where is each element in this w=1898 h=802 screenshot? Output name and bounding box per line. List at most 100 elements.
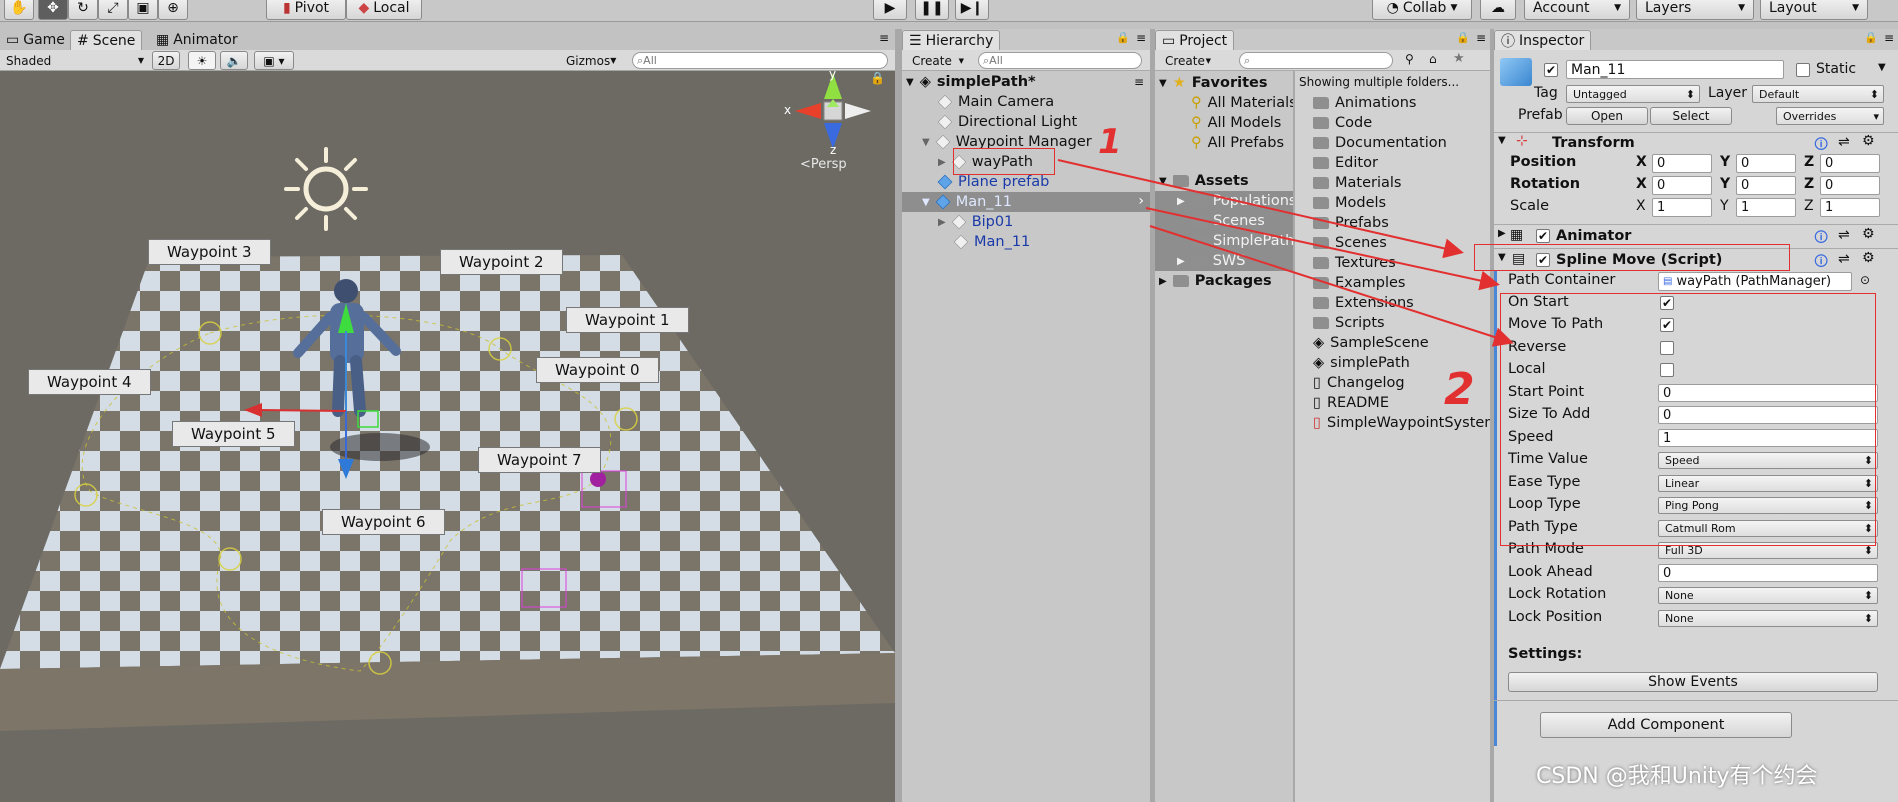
hierarchy-item-man11[interactable]: ▼ Man_11 xyxy=(922,192,1012,212)
show-events-button[interactable]: Show Events xyxy=(1508,672,1878,692)
hand-tool-button[interactable]: ✋ xyxy=(4,0,34,20)
lock-icon[interactable]: 🔒 xyxy=(1456,31,1470,44)
prefab-select-button[interactable]: Select xyxy=(1650,107,1732,125)
object-picker-icon[interactable]: ⊙ xyxy=(1860,273,1870,287)
animator-enabled-checkbox[interactable]: ✔ xyxy=(1536,229,1550,243)
path-mode-dropdown[interactable]: Full 3D ⬍ xyxy=(1658,542,1878,559)
file-examples[interactable]: Examples xyxy=(1313,273,1405,293)
file-samplescene[interactable]: ◈ SampleScene xyxy=(1313,333,1429,353)
asset-folder-scenes[interactable]: Scenes xyxy=(1191,211,1265,231)
rotate-tool-button[interactable]: ↻ xyxy=(68,0,98,20)
preset-icon[interactable]: ⇌ xyxy=(1838,227,1850,243)
file-documentation[interactable]: Documentation xyxy=(1313,133,1447,153)
rotation-z-input[interactable]: 0 xyxy=(1820,176,1880,195)
collab-dropdown[interactable]: ◔ Collab ▼ xyxy=(1372,0,1472,20)
lock-position-dropdown[interactable]: None ⬍ xyxy=(1658,610,1878,627)
file-simplepath[interactable]: ◈ simplePath xyxy=(1313,353,1410,373)
path-type-dropdown[interactable]: Catmull Rom ⬍ xyxy=(1658,520,1878,537)
position-y-input[interactable]: 0 xyxy=(1736,154,1796,173)
file-changelog[interactable]: ▯ Changelog xyxy=(1313,373,1405,393)
preset-icon[interactable]: ⇌ xyxy=(1838,134,1850,150)
lock-icon[interactable]: 🔒 xyxy=(870,71,885,85)
layout-dropdown[interactable]: Layout ▼ xyxy=(1760,0,1868,20)
project-create-dropdown[interactable]: Create ▼ xyxy=(1159,52,1215,69)
project-search-input[interactable]: ⌕ xyxy=(1239,52,1393,69)
chevron-right-icon[interactable]: › xyxy=(1138,193,1144,209)
panel-menu-icon[interactable]: ≡ xyxy=(1136,31,1146,45)
favorite-star-icon[interactable]: ★ xyxy=(1453,51,1465,66)
file-textures[interactable]: Textures xyxy=(1313,253,1396,273)
gizmos-dropdown[interactable]: Gizmos ▼ xyxy=(560,51,620,70)
tab-inspector[interactable]: ⓘ Inspector xyxy=(1494,30,1592,50)
audio-toggle[interactable]: 🔈 xyxy=(220,51,248,70)
scale-tool-button[interactable]: ⤢ xyxy=(98,0,128,20)
hierarchy-item-man11-child[interactable]: Man_11 xyxy=(953,232,1030,252)
tab-animator[interactable]: ▦ Animator xyxy=(150,30,244,50)
add-component-button[interactable]: Add Component xyxy=(1540,712,1792,738)
scale-y-input[interactable]: 1 xyxy=(1736,198,1796,217)
hierarchy-item-bip01[interactable]: ▶ Bip01 xyxy=(938,212,1013,232)
reverse-checkbox[interactable] xyxy=(1660,341,1674,355)
position-z-input[interactable]: 0 xyxy=(1820,154,1880,173)
chevron-down-icon[interactable]: ▼ xyxy=(1878,62,1886,73)
lighting-toggle[interactable]: ☀ xyxy=(188,51,216,70)
transform-header[interactable]: ▼ ⊹ Transform 🛈 ⇌ ⚙ xyxy=(1494,132,1898,153)
file-code[interactable]: Code xyxy=(1313,113,1372,133)
lock-icon[interactable]: 🔒 xyxy=(1864,31,1878,44)
look-ahead-input[interactable]: 0 xyxy=(1658,564,1878,582)
file-materials[interactable]: Materials xyxy=(1313,173,1401,193)
scale-z-input[interactable]: 1 xyxy=(1820,198,1880,217)
spline-move-enabled-checkbox[interactable]: ✔ xyxy=(1536,253,1550,267)
rotation-x-input[interactable]: 0 xyxy=(1652,176,1712,195)
speed-input[interactable]: 1 xyxy=(1658,429,1878,447)
step-button[interactable]: ▶❙ xyxy=(955,0,989,20)
hierarchy-item-directional-light[interactable]: Directional Light xyxy=(937,112,1077,132)
projection-toggle[interactable]: <Persp xyxy=(800,157,847,172)
assets-header[interactable]: ▼ Assets xyxy=(1159,171,1249,191)
2d-toggle[interactable]: 2D xyxy=(152,51,180,70)
panel-menu-icon[interactable]: ≡ xyxy=(1476,31,1486,45)
lock-icon[interactable]: 🔒 xyxy=(1116,31,1130,44)
spline-move-header[interactable]: ▼ ▤ ✔ Spline Move (Script) 🛈 ⇌ ⚙ xyxy=(1494,248,1898,270)
asset-folder-sws[interactable]: ▶ SWS xyxy=(1177,251,1245,271)
gear-icon[interactable]: ⚙ xyxy=(1862,226,1875,242)
favorite-all-prefabs[interactable]: ⚲ All Prefabs xyxy=(1191,133,1284,153)
asset-folder-simplepath[interactable]: SimplePath xyxy=(1191,231,1294,251)
scene-menu-icon[interactable]: ≡ xyxy=(1134,75,1144,89)
favorites-header[interactable]: ▼ ★ Favorites xyxy=(1159,73,1267,93)
scene-search-input[interactable]: ⌕ All xyxy=(632,52,888,69)
hierarchy-item-main-camera[interactable]: Main Camera xyxy=(937,92,1054,112)
move-to-path-checkbox[interactable]: ✔ xyxy=(1660,318,1674,332)
rotation-y-input[interactable]: 0 xyxy=(1736,176,1796,195)
hierarchy-search-input[interactable]: ⌕ All xyxy=(978,52,1142,69)
favorite-all-models[interactable]: ⚲ All Models xyxy=(1191,113,1281,133)
ease-type-dropdown[interactable]: Linear ⬍ xyxy=(1658,475,1878,492)
file-scripts[interactable]: Scripts xyxy=(1313,313,1385,333)
animator-header[interactable]: ▶ ▦ ✔ Animator 🛈 ⇌ ⚙ xyxy=(1494,224,1898,246)
hierarchy-item-waypath[interactable]: ▶ wayPath xyxy=(938,152,1033,172)
file-readme[interactable]: ▯ README xyxy=(1313,393,1389,413)
local-button[interactable]: ◆ Local xyxy=(346,0,422,20)
file-editor[interactable]: Editor xyxy=(1313,153,1378,173)
move-tool-button[interactable]: ✥ xyxy=(38,0,68,20)
hierarchy-item-waypoint-manager[interactable]: ▼ Waypoint Manager xyxy=(922,132,1092,152)
layer-dropdown[interactable]: Default ⬍ xyxy=(1752,85,1884,103)
tab-hierarchy[interactable]: ☰ Hierarchy xyxy=(902,30,1001,50)
local-checkbox[interactable] xyxy=(1660,363,1674,377)
hierarchy-scene-root[interactable]: ▼ ◈ simplePath* xyxy=(906,72,1036,92)
file-prefabs[interactable]: Prefabs xyxy=(1313,213,1389,233)
prefab-open-button[interactable]: Open xyxy=(1566,107,1648,125)
packages-header[interactable]: ▶ Packages xyxy=(1159,271,1272,291)
account-dropdown[interactable]: Account ▼ xyxy=(1524,0,1630,20)
time-value-dropdown[interactable]: Speed ⬍ xyxy=(1658,452,1878,469)
filter-by-label-icon[interactable]: ⌂ xyxy=(1429,52,1437,66)
on-start-checkbox[interactable]: ✔ xyxy=(1660,296,1674,310)
hierarchy-item-plane-prefab[interactable]: Plane prefab xyxy=(937,172,1049,192)
asset-folder-populations[interactable]: ▶ Populations xyxy=(1177,191,1296,211)
scene-canvas[interactable] xyxy=(0,71,895,802)
lock-rotation-dropdown[interactable]: None ⬍ xyxy=(1658,587,1878,604)
panel-menu-icon[interactable]: ≡ xyxy=(1884,31,1894,45)
gameobject-name-input[interactable]: Man_11 xyxy=(1566,60,1784,79)
file-extensions[interactable]: Extensions xyxy=(1313,293,1414,313)
effects-toggle[interactable]: ▣ ▾ xyxy=(254,51,294,70)
